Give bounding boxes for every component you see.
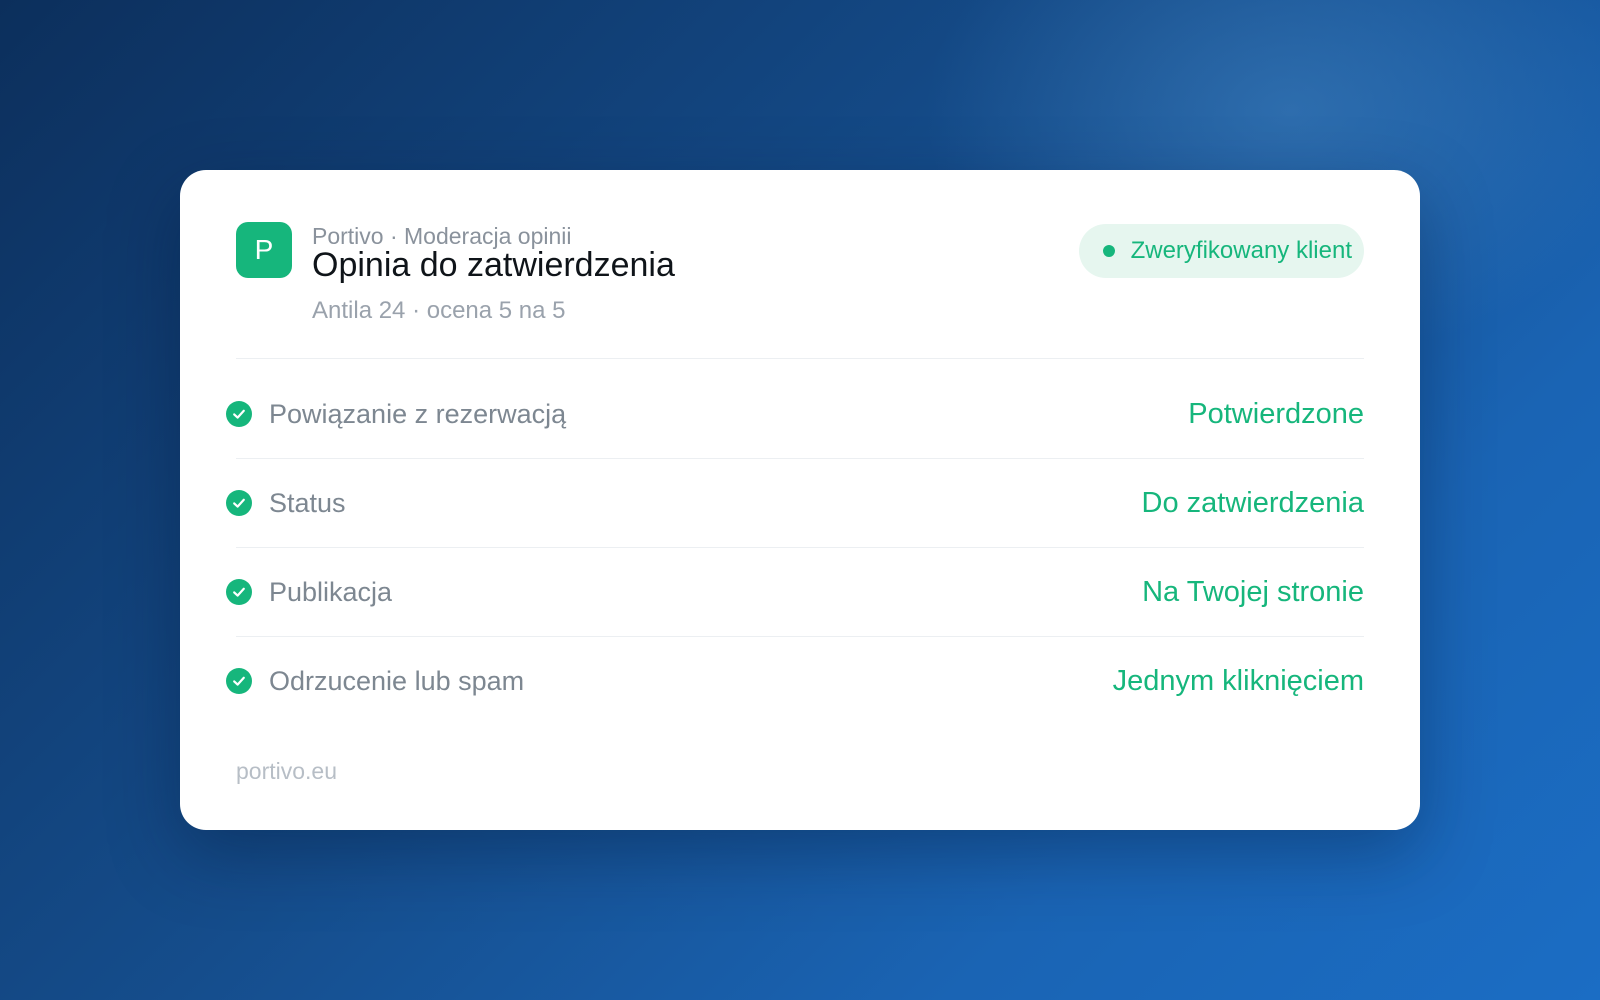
row-label: Odrzucenie lub spam [269, 666, 525, 696]
review-subtitle: Antila 24 · ocena 5 na 5 [312, 297, 566, 324]
row-value: Jednym kliknięciem [1112, 665, 1364, 697]
checklist: Powiązanie z rezerwacją Potwierdzone Sta… [226, 370, 1364, 725]
footer-domain: portivo.eu [236, 758, 338, 784]
row-label: Powiązanie z rezerwacją [269, 399, 567, 429]
status-dot-icon [1102, 245, 1115, 257]
verified-customer-badge: Zweryfikowany klient [1078, 224, 1364, 278]
card-header: P Portivo · Moderacja opinii Opinia do z… [236, 222, 1364, 328]
check-circle-icon [226, 401, 252, 427]
checklist-row: Odrzucenie lub spam Jednym kliknięciem [226, 636, 1364, 725]
checklist-row: Publikacja Na Twojej stronie [226, 547, 1364, 636]
badge-label: Zweryfikowany klient [1130, 237, 1352, 264]
portivo-logo: P [236, 222, 292, 278]
check-circle-icon [226, 668, 252, 694]
row-value: Do zatwierdzenia [1141, 487, 1364, 519]
review-moderation-card: P Portivo · Moderacja opinii Opinia do z… [180, 170, 1420, 830]
page-title: Opinia do zatwierdzenia [312, 246, 675, 284]
checklist-row: Powiązanie z rezerwacją Potwierdzone [226, 370, 1364, 458]
header-divider [236, 358, 1364, 359]
row-value: Na Twojej stronie [1142, 576, 1364, 608]
check-circle-icon [226, 579, 252, 605]
checklist-row: Status Do zatwierdzenia [226, 458, 1364, 547]
check-circle-icon [226, 490, 252, 516]
row-label: Status [269, 488, 346, 518]
row-label: Publikacja [269, 577, 393, 607]
row-value: Potwierdzone [1188, 398, 1364, 430]
